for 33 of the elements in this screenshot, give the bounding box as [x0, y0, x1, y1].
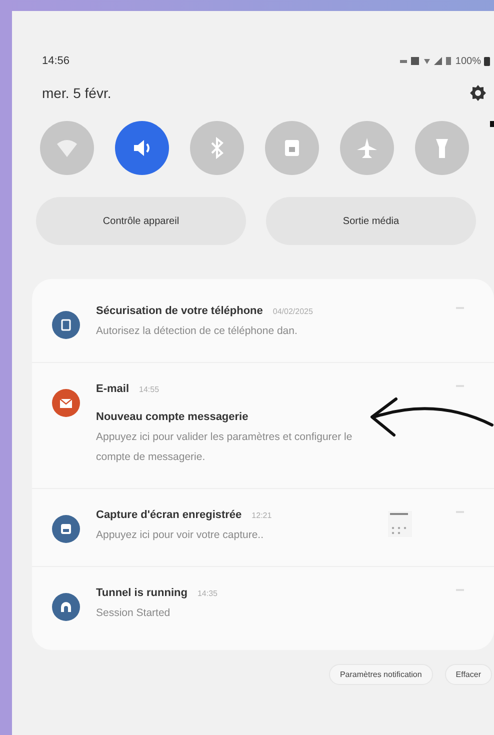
sound-toggle[interactable] [115, 121, 169, 175]
notification-subject: Nouveau compte messagerie [96, 410, 250, 423]
notification-title: E-mail [96, 382, 130, 395]
panel-button[interactable]: Contrôle appareil [36, 197, 246, 245]
notification-title: Capture d'écran enregistrée [96, 508, 242, 521]
notification-text: Session Started [96, 606, 172, 621]
notification-time: 12:21 [252, 510, 272, 520]
flashlight-toggle[interactable] [415, 121, 469, 175]
notification-title: Sécurisation de votre téléphone [96, 305, 263, 317]
notification-item[interactable]: Tunnel is running 14:35 Session Started [32, 566, 494, 644]
notification-text: Appuyez ici pour valider les paramètres et configurer le compte de messagerie. [96, 430, 354, 465]
bluetooth-toggle[interactable] [190, 121, 244, 175]
notification-time: 14:55 [139, 384, 160, 394]
battery-level: 100% [455, 56, 481, 66]
notification-item[interactable]: Capture d'écran enregistrée 12:21 Appuyez ici pour voir votre capture.. [32, 488, 494, 567]
date-label: mer. 5 févr. [42, 85, 112, 101]
wifi-toggle[interactable] [40, 121, 94, 175]
footer-button[interactable]: Paramètres notification [328, 664, 433, 685]
battery-icon [484, 56, 490, 66]
notification-time: 14:35 [197, 588, 218, 598]
settings-icon[interactable] [470, 85, 486, 101]
footer-button[interactable]: Effacer [444, 664, 492, 685]
screenshot-thumbnail [388, 510, 412, 537]
notification-text: Appuyez ici pour voir votre capture.. [96, 528, 264, 543]
status-time: 14:56 [42, 55, 70, 67]
rotation-toggle[interactable] [265, 121, 319, 175]
notification-item[interactable]: E-mail 14:55 Nouveau compte messagerie Appuyez ici pour valider les paramètres et configurer le compte de messagerie. [32, 362, 494, 489]
panel-button[interactable]: Sortie média [266, 197, 476, 245]
notification-title: Tunnel is running [96, 586, 188, 599]
status-icons-drawing [400, 56, 452, 66]
notification-item[interactable]: Sécurisation de votre téléphone 04/02/2025 Autorisez la détection de ce téléphone dan. [32, 285, 494, 363]
notification-text: Autorisez la détection de ce téléphone dan. [96, 324, 298, 339]
notification-time: 04/02/2025 [272, 307, 313, 316]
